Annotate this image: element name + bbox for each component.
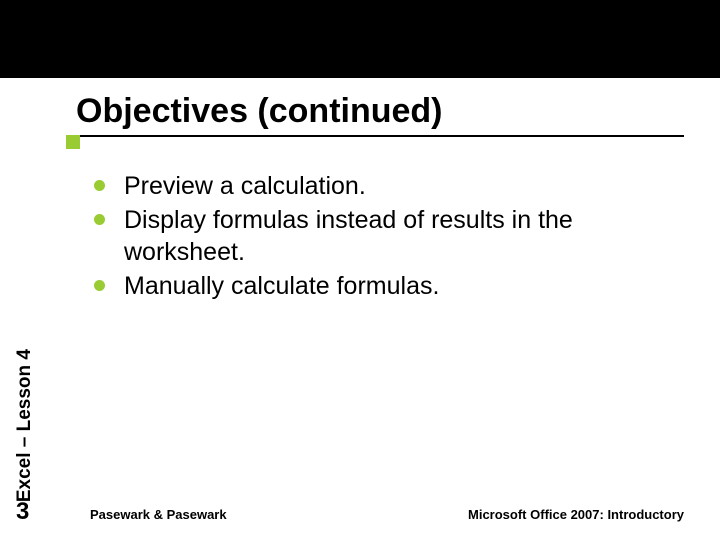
objectives-list: Preview a calculation. Display formulas … (90, 170, 680, 302)
page-number: 3 (16, 498, 29, 526)
slide-title: Objectives (continued) (76, 92, 700, 131)
bullet-text: Preview a calculation. (124, 172, 366, 200)
list-item: Preview a calculation. (90, 170, 680, 202)
title-underline (76, 135, 684, 137)
footer-right: Microsoft Office 2007: Introductory (468, 507, 684, 522)
title-band: Objectives (continued) (0, 78, 720, 158)
slide: Objectives (continued) Excel – Lesson 4 … (0, 0, 720, 540)
footer-left: Pasewark & Pasewark (90, 507, 227, 522)
bullet-text: Display formulas instead of results in t… (124, 206, 573, 266)
sidebar: Excel – Lesson 4 (0, 162, 50, 502)
sidebar-label: Excel – Lesson 4 (14, 129, 36, 502)
list-item: Display formulas instead of results in t… (90, 204, 680, 268)
list-item: Manually calculate formulas. (90, 270, 680, 302)
accent-square-icon (66, 135, 80, 149)
top-black-bar (0, 0, 720, 78)
body-content: Preview a calculation. Display formulas … (90, 170, 680, 304)
bullet-text: Manually calculate formulas. (124, 272, 439, 300)
